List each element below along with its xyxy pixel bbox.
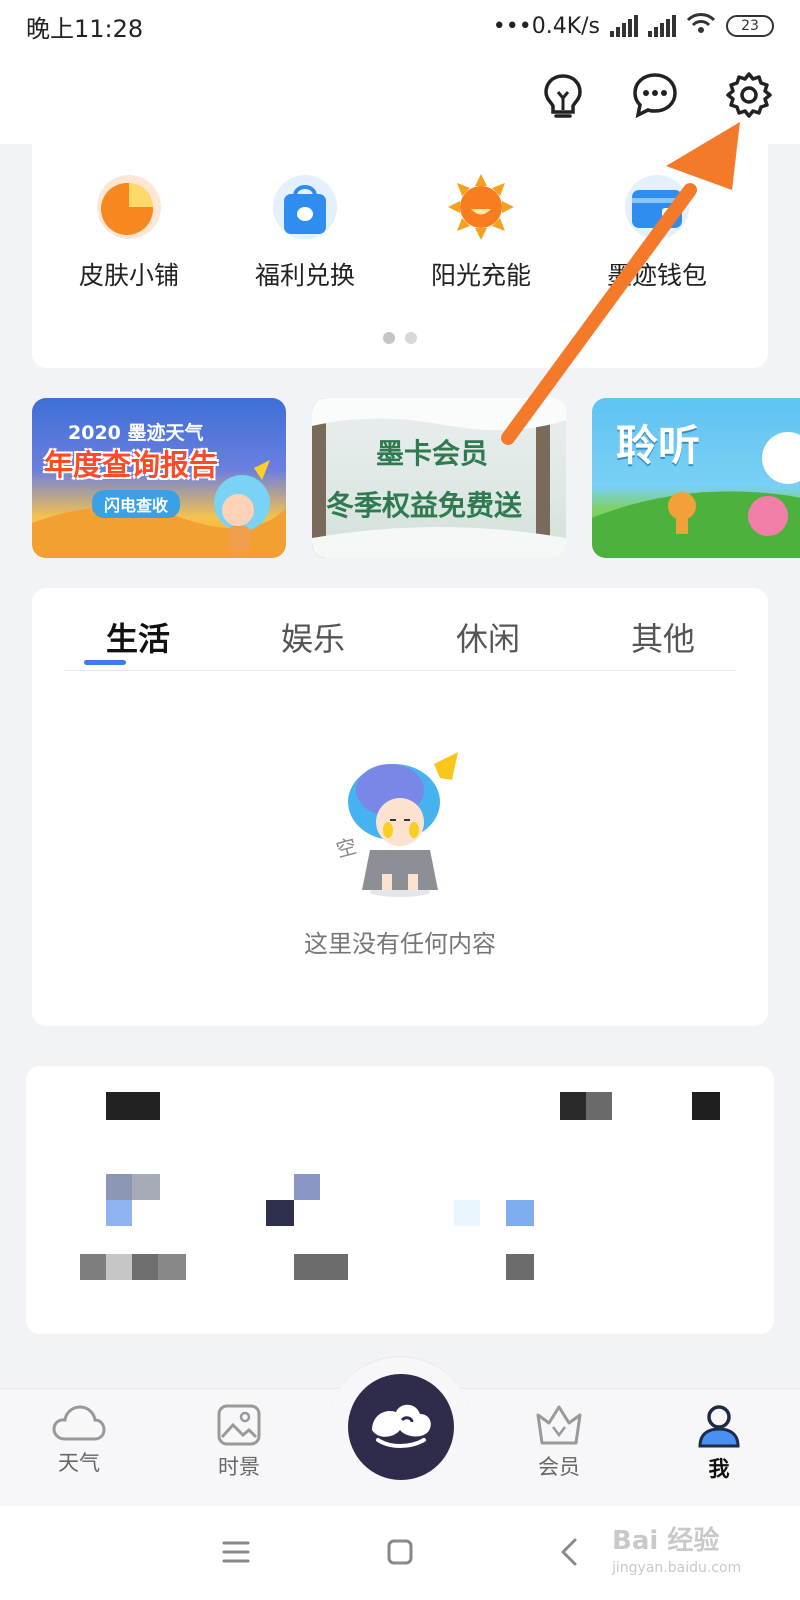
mosaic-block: [106, 1092, 160, 1120]
mosaic-block: [106, 1254, 132, 1280]
status-time: 晚上11:28: [26, 14, 144, 43]
shortcut-moji-wallet[interactable]: 墨迹钱包: [582, 172, 732, 292]
mosaic-block: [132, 1174, 160, 1200]
banner-annual-report[interactable]: 2020 墨迹天气 年度查询报告 闪电查收: [32, 398, 286, 558]
mosaic-block: [266, 1200, 294, 1226]
banner-year: 2020 墨迹天气: [68, 422, 204, 444]
empty-mascot-illustration: 空: [334, 750, 466, 900]
network-speed: •••0.4K/s: [492, 13, 600, 39]
mosaic-block: [692, 1092, 720, 1120]
tab-other[interactable]: 其他: [603, 614, 723, 660]
status-bar: 晚上11:28 •••0.4K/s 23: [0, 0, 800, 52]
shortcut-skin-shop[interactable]: 皮肤小铺: [54, 172, 204, 292]
empty-state-text: 这里没有任何内容: [304, 930, 496, 958]
mosaic-block: [106, 1200, 132, 1226]
nav-member[interactable]: 会员: [504, 1403, 614, 1481]
mosaic-block: [132, 1254, 158, 1280]
mosaic-block: [106, 1174, 132, 1200]
crown-icon: [536, 1405, 582, 1445]
message-icon[interactable]: [630, 70, 680, 120]
nav-label: 天气: [58, 1451, 100, 1475]
wifi-icon: [686, 12, 716, 40]
signal-icon: [610, 15, 638, 37]
lightbulb-icon[interactable]: [538, 70, 588, 120]
divider: [64, 670, 736, 671]
shortcut-label: 阳光充能: [430, 261, 531, 290]
menu-icon[interactable]: [216, 1532, 256, 1572]
shortcut-sunshine-charge[interactable]: 阳光充能: [406, 172, 556, 292]
gift-bag-icon: [270, 172, 340, 242]
mosaic-block: [294, 1254, 348, 1280]
settings-gear-icon[interactable]: [724, 70, 774, 120]
home-icon[interactable]: [380, 1532, 420, 1572]
battery-icon: 23: [726, 15, 774, 37]
banner-listen[interactable]: 聆听: [592, 398, 800, 558]
signal-icon: [648, 15, 676, 37]
status-indicators: •••0.4K/s 23: [493, 12, 774, 40]
active-tab-indicator: [84, 660, 126, 665]
page-dot: [405, 332, 417, 344]
moji-logo-button[interactable]: [348, 1374, 454, 1480]
nav-weather[interactable]: 天气: [24, 1403, 134, 1477]
cloud-icon: [52, 1405, 106, 1441]
nav-me[interactable]: 我: [664, 1403, 774, 1483]
mosaic-block: [586, 1092, 612, 1120]
shortcut-label: 墨迹钱包: [606, 261, 707, 290]
tab-leisure[interactable]: 休闲: [428, 614, 548, 660]
banner-line2: 冬季权益免费送: [326, 489, 523, 522]
top-header: [0, 52, 800, 144]
page-dot: [383, 332, 395, 344]
moji-logo-icon: [372, 1404, 431, 1448]
watermark-url: jingyan.baidu.com: [612, 1560, 742, 1576]
shortcut-label: 福利兑换: [254, 261, 355, 290]
banner-member-card[interactable]: 墨卡会员 冬季权益免费送: [312, 398, 566, 558]
mosaic-block: [506, 1200, 534, 1226]
user-icon: [698, 1405, 740, 1448]
tab-entertainment[interactable]: 娱乐: [253, 614, 373, 660]
mosaic-block: [454, 1200, 480, 1226]
back-icon[interactable]: [550, 1532, 590, 1572]
banner-line1: 墨卡会员: [376, 437, 489, 470]
skin-shop-icon: [94, 172, 164, 242]
nav-label: 会员: [538, 1455, 580, 1479]
nav-scenery[interactable]: 时景: [184, 1403, 294, 1481]
tab-life[interactable]: 生活: [78, 614, 198, 660]
mosaic-block: [294, 1174, 320, 1200]
mosaic-block: [506, 1254, 534, 1280]
nav-label: 我: [708, 1457, 730, 1481]
banner-title: 聆听: [616, 421, 701, 470]
shortcut-welfare-exchange[interactable]: 福利兑换: [230, 172, 380, 292]
banner-pill: 闪电查收: [92, 490, 181, 518]
sun-icon: [446, 172, 516, 242]
photo-icon: [217, 1404, 261, 1446]
mosaic-block: [158, 1254, 186, 1280]
mosaic-block: [80, 1254, 106, 1280]
watermark-brand: Bai 经验: [612, 1526, 720, 1556]
shortcuts-card: 皮肤小铺 福利兑换 阳光充能 墨迹钱包: [32, 140, 768, 368]
banner-title: 年度查询报告: [44, 448, 219, 482]
nav-label: 时景: [218, 1455, 260, 1479]
shortcut-label: 皮肤小铺: [78, 261, 179, 290]
wallet-icon: [622, 172, 692, 242]
page-indicator: [32, 332, 768, 344]
mosaic-block: [560, 1092, 586, 1120]
